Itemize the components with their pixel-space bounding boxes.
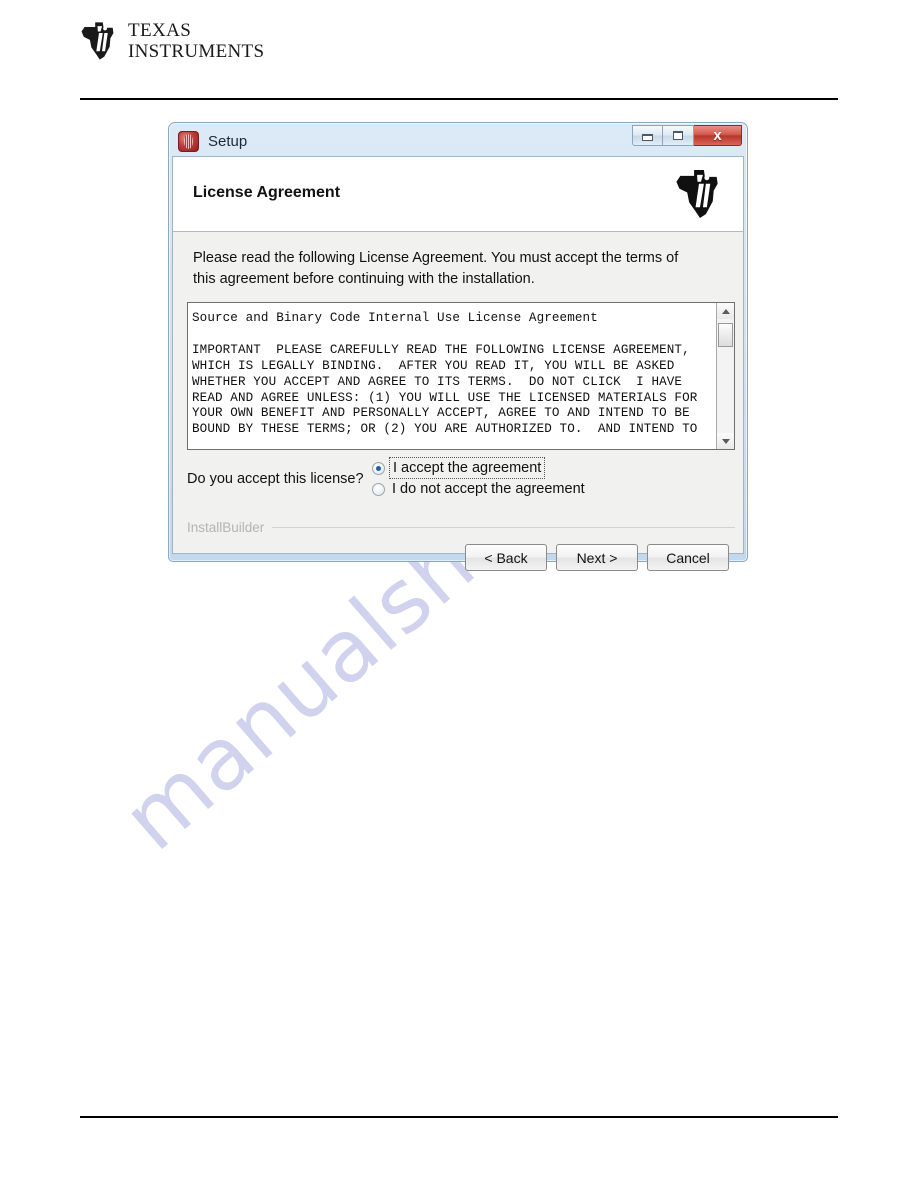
cancel-button[interactable]: Cancel bbox=[647, 544, 729, 571]
page-title: License Agreement bbox=[193, 184, 341, 201]
accept-radio-group: I accept the agreement I do not accept t… bbox=[372, 457, 585, 497]
radio-decline-label: I do not accept the agreement bbox=[392, 481, 585, 497]
ti-wordmark-line2: Instruments bbox=[128, 41, 265, 62]
scrollbar-track[interactable] bbox=[717, 319, 734, 433]
setup-dialog-window: Setup x License Agreement Please read th… bbox=[168, 122, 748, 571]
installbuilder-footer: InstallBuilder bbox=[187, 520, 735, 535]
maximize-button[interactable] bbox=[663, 125, 694, 146]
footer-separator bbox=[272, 527, 735, 528]
close-icon: x bbox=[713, 127, 722, 144]
footer-divider-rule bbox=[80, 1116, 838, 1118]
radio-accept-indicator[interactable] bbox=[372, 461, 385, 475]
scroll-up-button[interactable] bbox=[717, 303, 734, 319]
scroll-up-icon bbox=[721, 308, 730, 314]
scrollbar-thumb[interactable] bbox=[718, 323, 733, 347]
dialog-content: Please read the following License Agreem… bbox=[173, 232, 743, 571]
next-button[interactable]: Next > bbox=[556, 544, 638, 571]
ti-wordmark: Texas Instruments bbox=[128, 21, 264, 61]
document-page: Texas Instruments manualshive.com Setup … bbox=[0, 0, 918, 1188]
close-button[interactable]: x bbox=[694, 125, 742, 146]
minimize-button[interactable] bbox=[632, 125, 663, 146]
radio-decline-agreement[interactable]: I do not accept the agreement bbox=[372, 481, 585, 497]
setup-app-icon bbox=[178, 130, 199, 152]
window-controls: x bbox=[632, 125, 742, 146]
scroll-down-icon bbox=[721, 438, 730, 444]
dialog-body: License Agreement Please read the follow… bbox=[172, 156, 744, 571]
scroll-down-button[interactable] bbox=[717, 433, 734, 449]
maximize-icon bbox=[673, 131, 683, 140]
radio-accept-label: I accept the agreement bbox=[388, 457, 546, 479]
ti-texas-logo-icon bbox=[676, 169, 718, 219]
header-divider-rule bbox=[80, 98, 838, 100]
dialog-banner: License Agreement bbox=[173, 157, 743, 232]
license-acceptance-row: Do you accept this license? I accept the… bbox=[187, 457, 735, 497]
radio-decline-indicator[interactable] bbox=[372, 482, 385, 496]
minimize-icon bbox=[642, 133, 653, 141]
back-button[interactable]: < Back bbox=[465, 544, 547, 571]
dialog-button-bar: < Back Next > Cancel bbox=[465, 544, 729, 571]
ti-wordmark-line1: Texas bbox=[128, 20, 192, 41]
ti-texas-logo-icon bbox=[81, 22, 114, 60]
license-text-panel[interactable]: Source and Binary Code Internal Use Lice… bbox=[187, 302, 735, 450]
accept-question-label: Do you accept this license? bbox=[187, 470, 364, 487]
license-scrollbar[interactable] bbox=[716, 303, 734, 449]
installbuilder-branding: InstallBuilder bbox=[187, 520, 265, 535]
instruction-text: Please read the following License Agreem… bbox=[193, 250, 679, 288]
dialog-titlebar[interactable]: Setup x bbox=[172, 125, 744, 156]
radio-accept-agreement[interactable]: I accept the agreement bbox=[372, 457, 585, 479]
ti-brand-logo: Texas Instruments bbox=[80, 20, 264, 62]
dialog-title: Setup bbox=[208, 132, 248, 150]
license-agreement-text: Source and Binary Code Internal Use Lice… bbox=[192, 311, 698, 437]
